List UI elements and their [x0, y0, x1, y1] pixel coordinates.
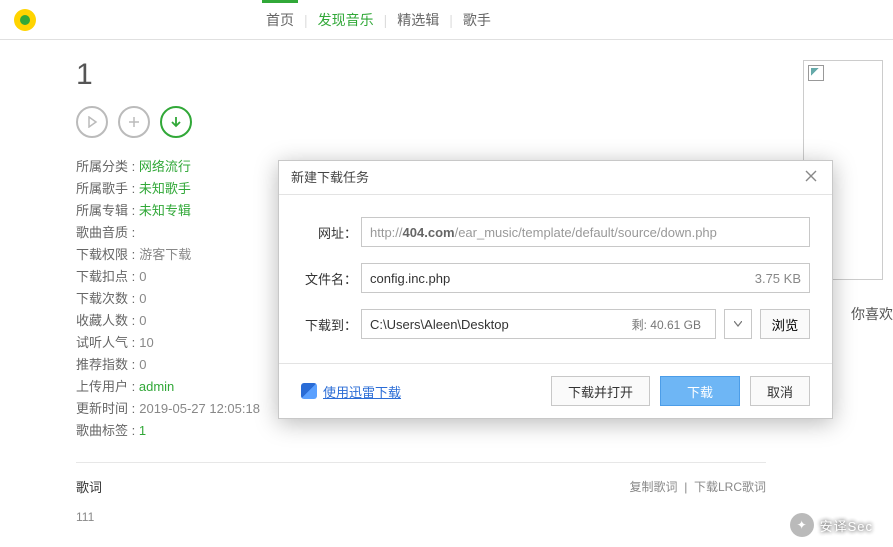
dialog-buttons: 下载并打开 下载 取消 — [551, 376, 810, 406]
chevron-down-icon — [734, 321, 742, 327]
meta-label: 更新时间 : — [76, 401, 135, 416]
dialog-body: 网址： http://404.com/ear_music/template/de… — [279, 195, 832, 363]
dest-input[interactable]: C:\Users\Aleen\Desktop 剩: 40.61 GB — [361, 309, 716, 339]
dest-dropdown-button[interactable] — [724, 309, 752, 339]
meta-label: 推荐指数 : — [76, 357, 135, 372]
meta-value: 2019-05-27 12:05:18 — [139, 401, 260, 416]
close-icon — [805, 170, 817, 182]
divider — [76, 462, 766, 463]
lyric-heading: 歌词 — [76, 477, 102, 496]
like-hint: 你喜欢 — [843, 300, 893, 328]
nav-discover[interactable]: 发现音乐 — [308, 10, 384, 30]
album-link[interactable]: 未知专辑 — [139, 203, 191, 218]
meta-value: 游客下载 — [139, 247, 191, 262]
dialog-footer: 使用迅雷下载 下载并打开 下载 取消 — [279, 363, 832, 418]
meta-label: 试听人气 : — [76, 335, 135, 350]
meta-label: 下载次数 : — [76, 291, 135, 306]
meta-label: 下载扣点 : — [76, 269, 135, 284]
meta-label: 歌曲音质 : — [76, 225, 135, 240]
watermark: ✦ 安译Sec — [790, 513, 873, 537]
add-button[interactable] — [118, 106, 150, 138]
meta-value: 0 — [139, 313, 146, 328]
meta-value: 0 — [139, 357, 146, 372]
tag-link[interactable]: 1 — [139, 423, 146, 438]
browse-button[interactable]: 浏览 — [760, 309, 810, 339]
download-and-open-button[interactable]: 下载并打开 — [551, 376, 650, 406]
nav-singers[interactable]: 歌手 — [453, 10, 501, 30]
play-button[interactable] — [76, 106, 108, 138]
thunder-link-text: 使用迅雷下载 — [323, 382, 401, 401]
lyric-header: 歌词 复制歌词 | 下载LRC歌词 — [76, 477, 766, 496]
file-size: 3.75 KB — [755, 271, 801, 286]
nav-menu: 首页 | 发现音乐 | 精选辑 | 歌手 — [256, 10, 501, 30]
nav-selected[interactable]: 精选辑 — [387, 10, 449, 30]
logo-icon — [14, 9, 36, 31]
meta-label: 歌曲标签 : — [76, 423, 135, 438]
download-icon — [170, 116, 182, 128]
url-path: /ear_music/template/default/source/down.… — [455, 225, 717, 240]
url-prefix: http:// — [370, 225, 403, 240]
copy-lyrics-link[interactable]: 复制歌词 — [630, 480, 678, 494]
action-buttons — [76, 106, 893, 138]
site-logo[interactable] — [14, 9, 36, 31]
dest-path: C:\Users\Aleen\Desktop — [370, 317, 509, 332]
url-input[interactable]: http://404.com/ear_music/template/defaul… — [361, 217, 810, 247]
plus-icon — [128, 116, 140, 128]
artist-link[interactable]: 未知歌手 — [139, 181, 191, 196]
song-title: 1 — [76, 58, 893, 92]
uploader-link[interactable]: admin — [139, 379, 174, 394]
nav-home[interactable]: 首页 — [256, 10, 304, 30]
dialog-close-button[interactable] — [802, 161, 820, 195]
filename-label: 文件名： — [301, 269, 357, 288]
dest-field: 下载到： C:\Users\Aleen\Desktop 剩: 40.61 GB … — [301, 309, 810, 339]
download-dialog: 新建下载任务 网址： http://404.com/ear_music/temp… — [278, 160, 833, 419]
download-button[interactable] — [160, 106, 192, 138]
meta-label: 收藏人数 : — [76, 313, 135, 328]
top-nav: 首页 | 发现音乐 | 精选辑 | 歌手 — [0, 0, 893, 40]
meta-label: 下载权限 : — [76, 247, 135, 262]
play-icon — [86, 116, 98, 128]
meta-value: 0 — [139, 269, 146, 284]
meta-value: 0 — [139, 291, 146, 306]
dialog-titlebar: 新建下载任务 — [279, 161, 832, 195]
thunder-icon — [301, 383, 317, 399]
download-lrc-link[interactable]: 下载LRC歌词 — [694, 480, 766, 494]
watermark-icon: ✦ — [790, 513, 814, 537]
dialog-title: 新建下载任务 — [291, 161, 369, 195]
meta-label: 上传用户 : — [76, 379, 135, 394]
url-label: 网址： — [301, 223, 357, 242]
watermark-text: 安译Sec — [820, 516, 873, 535]
meta-label: 所属歌手 : — [76, 181, 135, 196]
thunder-link[interactable]: 使用迅雷下载 — [301, 382, 401, 401]
meta-label: 所属专辑 : — [76, 203, 135, 218]
url-host: 404.com — [403, 225, 455, 240]
meta-label: 所属分类 : — [76, 159, 135, 174]
filename-field: 文件名： config.inc.php 3.75 KB — [301, 263, 810, 293]
url-field: 网址： http://404.com/ear_music/template/de… — [301, 217, 810, 247]
lyric-actions: 复制歌词 | 下载LRC歌词 — [630, 478, 766, 495]
dest-label: 下载到： — [301, 315, 357, 334]
cancel-button[interactable]: 取消 — [750, 376, 810, 406]
disk-remaining: 剩: 40.61 GB — [632, 316, 701, 333]
download-confirm-button[interactable]: 下载 — [660, 376, 740, 406]
category-link[interactable]: 网络流行 — [139, 159, 191, 174]
lyric-body: 111 — [76, 510, 893, 524]
filename-value: config.inc.php — [370, 271, 450, 286]
filename-input[interactable]: config.inc.php 3.75 KB — [361, 263, 810, 293]
meta-value: 10 — [139, 335, 153, 350]
